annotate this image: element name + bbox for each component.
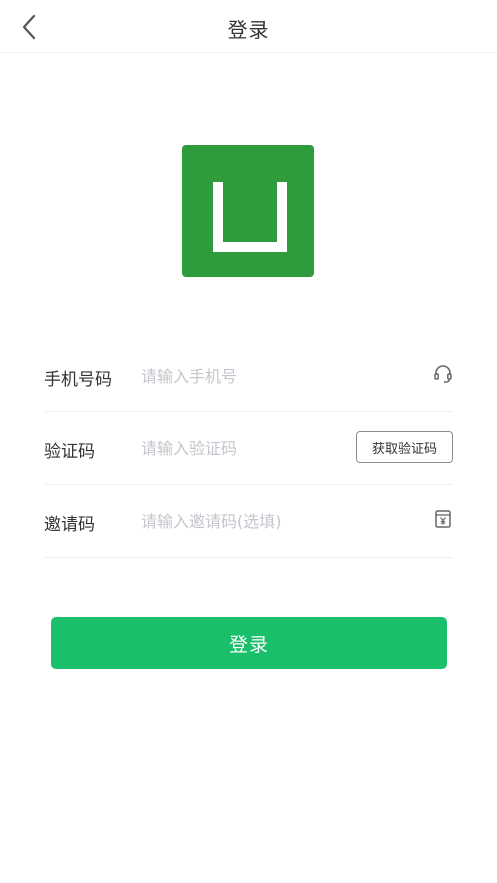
headset-icon <box>434 365 452 383</box>
phone-row: 手机号码 <box>44 340 453 412</box>
login-form: 手机号码 验证码 获取验证码 邀请码 <box>44 340 453 558</box>
phone-label: 手机号码 <box>44 370 112 390</box>
invite-row: 邀请码 <box>44 485 453 558</box>
login-button[interactable]: 登录 <box>51 617 447 669</box>
invite-input[interactable] <box>141 505 341 537</box>
code-label: 验证码 <box>44 442 95 462</box>
logo-mark <box>213 182 287 252</box>
yen-box-icon <box>435 510 451 528</box>
code-row: 验证码 获取验证码 <box>44 412 453 485</box>
top-nav-bar: 登录 <box>0 0 497 53</box>
invite-icon-wrap <box>433 509 453 529</box>
get-code-button[interactable]: 获取验证码 <box>356 431 453 463</box>
phone-input[interactable] <box>141 360 341 392</box>
page-title: 登录 <box>227 18 270 42</box>
invite-label: 邀请码 <box>44 515 95 535</box>
support-button[interactable] <box>433 364 453 384</box>
app-logo <box>182 145 314 277</box>
code-input[interactable] <box>141 432 341 464</box>
